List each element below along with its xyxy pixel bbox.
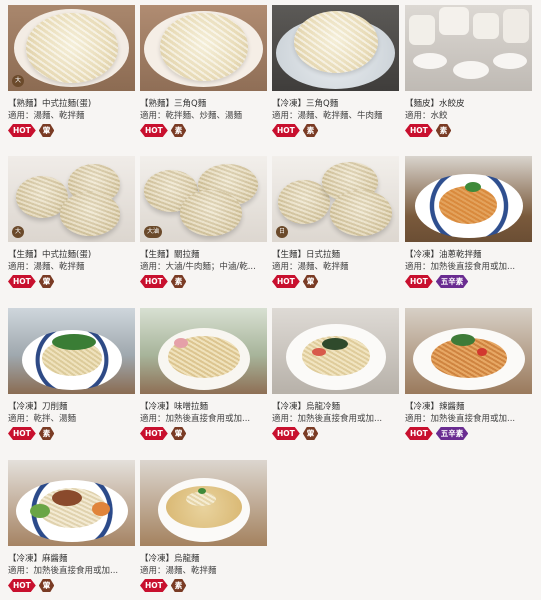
- hot-badge: HOT: [140, 124, 168, 137]
- product-title[interactable]: 【冷凍】三角Q麵: [272, 98, 399, 110]
- diet-badge: 素: [436, 124, 452, 137]
- diet-badge: 素: [171, 124, 187, 137]
- product-title[interactable]: 【冷凍】味噌拉麵: [140, 401, 267, 413]
- product-card[interactable]: 日 【生麵】日式拉麵 適用：湯麵、乾拌麵 HOT 葷: [272, 156, 399, 289]
- product-usage: 適用：乾拌麵、炒麵、湯麵: [140, 111, 243, 121]
- product-usage: 適用：水餃: [405, 111, 448, 121]
- product-image[interactable]: [140, 308, 267, 394]
- product-card[interactable]: 【冷凍】烏龍冷麵 適用：加熱後直接食用或加... HOT 葷: [272, 308, 399, 441]
- diet-badge: 葷: [39, 579, 55, 592]
- product-image[interactable]: 大: [8, 156, 135, 242]
- hot-badge: HOT: [272, 275, 300, 288]
- product-card[interactable]: 【麵皮】水餃皮 適用：水餃 HOT 素: [405, 5, 532, 138]
- product-title[interactable]: 【冷凍】烏龍麵: [140, 553, 267, 565]
- product-image[interactable]: 大滷: [140, 156, 267, 242]
- product-image[interactable]: [405, 156, 532, 242]
- product-usage: 適用：加熱後直接食用或加...: [8, 566, 119, 576]
- product-image[interactable]: [140, 460, 267, 546]
- product-title[interactable]: 【冷凍】麻醬麵: [8, 553, 135, 565]
- product-card[interactable]: 【冷凍】辣醬麵 適用：加熱後直接食用或加... HOT 五辛素: [405, 308, 532, 441]
- product-title[interactable]: 【麵皮】水餃皮: [405, 98, 532, 110]
- diet-badge: 素: [303, 124, 319, 137]
- hot-badge: HOT: [140, 275, 168, 288]
- hot-badge: HOT: [8, 427, 36, 440]
- product-usage: 適用：加熱後直接食用或加...: [405, 414, 516, 424]
- hot-badge: HOT: [405, 124, 433, 137]
- hot-badge: HOT: [405, 275, 433, 288]
- diet-badge: 素: [171, 275, 187, 288]
- product-usage: 適用：大滷/牛肉麵；中滷/乾...: [140, 262, 256, 272]
- hot-badge: HOT: [8, 275, 36, 288]
- product-usage: 適用：湯麵、乾拌麵: [8, 111, 85, 121]
- product-title[interactable]: 【冷凍】油蔥乾拌麵: [405, 249, 532, 261]
- product-title[interactable]: 【冷凍】烏龍冷麵: [272, 401, 399, 413]
- diet-badge: 五辛素: [436, 427, 469, 440]
- product-card[interactable]: 【冷凍】麻醬麵 適用：加熱後直接食用或加... HOT 葷: [8, 460, 135, 593]
- hot-badge: HOT: [272, 124, 300, 137]
- product-card[interactable]: 【冷凍】烏龍麵 適用：湯麵、乾拌麵 HOT 素: [140, 460, 267, 593]
- product-card[interactable]: 【冷凍】味噌拉麵 適用：加熱後直接食用或加... HOT 葷: [140, 308, 267, 441]
- product-title[interactable]: 【冷凍】辣醬麵: [405, 401, 532, 413]
- product-title[interactable]: 【熟麵】中式拉麵(蛋): [8, 98, 135, 110]
- product-card[interactable]: 【冷凍】油蔥乾拌麵 適用：加熱後直接食用或加... HOT 五辛素: [405, 156, 532, 289]
- hot-badge: HOT: [8, 124, 36, 137]
- product-card[interactable]: 大 【生麵】中式拉麵(蛋) 適用：湯麵、乾拌麵 HOT 葷: [8, 156, 135, 289]
- diet-badge: 葷: [39, 124, 55, 137]
- thumb-badge: 大: [12, 75, 24, 87]
- thumb-badge: 大滷: [144, 226, 162, 238]
- hot-badge: HOT: [8, 579, 36, 592]
- product-usage: 適用：湯麵、乾拌麵: [272, 262, 349, 272]
- product-image[interactable]: [140, 5, 267, 91]
- product-image[interactable]: 日: [272, 156, 399, 242]
- diet-badge: 葷: [303, 275, 319, 288]
- diet-badge: 五辛素: [436, 275, 469, 288]
- product-usage: 適用：加熱後直接食用或加...: [405, 262, 516, 272]
- product-title[interactable]: 【生麵】中式拉麵(蛋): [8, 249, 135, 261]
- product-usage: 適用：加熱後直接食用或加...: [140, 414, 251, 424]
- diet-badge: 葷: [39, 275, 55, 288]
- product-usage: 適用：加熱後直接食用或加...: [272, 414, 383, 424]
- hot-badge: HOT: [272, 427, 300, 440]
- thumb-badge: 大: [12, 226, 24, 238]
- diet-badge: 葷: [303, 427, 319, 440]
- hot-badge: HOT: [140, 427, 168, 440]
- product-usage: 適用：湯麵、乾拌麵、牛肉麵: [272, 111, 383, 121]
- hot-badge: HOT: [140, 579, 168, 592]
- product-image[interactable]: [8, 460, 135, 546]
- product-card[interactable]: 【熟麵】三角Q麵 適用：乾拌麵、炒麵、湯麵 HOT 素: [140, 5, 267, 138]
- hot-badge: HOT: [405, 427, 433, 440]
- product-image[interactable]: [405, 308, 532, 394]
- product-title[interactable]: 【冷凍】刀削麵: [8, 401, 135, 413]
- product-usage: 適用：湯麵、乾拌麵: [8, 262, 85, 272]
- thumb-badge: 日: [276, 226, 288, 238]
- product-card[interactable]: 【冷凍】刀削麵 適用：乾拌、湯麵 HOT 素: [8, 308, 135, 441]
- product-card[interactable]: 【冷凍】三角Q麵 適用：湯麵、乾拌麵、牛肉麵 HOT 素: [272, 5, 399, 138]
- product-image[interactable]: 大: [8, 5, 135, 91]
- product-card[interactable]: 大 【熟麵】中式拉麵(蛋) 適用：湯麵、乾拌麵 HOT 葷: [8, 5, 135, 138]
- product-title[interactable]: 【生麵】日式拉麵: [272, 249, 399, 261]
- diet-badge: 素: [171, 579, 187, 592]
- product-usage: 適用：乾拌、湯麵: [8, 414, 77, 424]
- product-grid: 大 【熟麵】中式拉麵(蛋) 適用：湯麵、乾拌麵 HOT 葷 【熟麵】三角Q麵 適…: [0, 0, 541, 600]
- product-image[interactable]: [272, 5, 399, 91]
- product-image[interactable]: [8, 308, 135, 394]
- diet-badge: 葷: [171, 427, 187, 440]
- product-image[interactable]: [405, 5, 532, 91]
- product-title[interactable]: 【生麵】關拉麵: [140, 249, 267, 261]
- product-usage: 適用：湯麵、乾拌麵: [140, 566, 217, 576]
- product-image[interactable]: [272, 308, 399, 394]
- diet-badge: 素: [39, 427, 55, 440]
- product-title[interactable]: 【熟麵】三角Q麵: [140, 98, 267, 110]
- product-card[interactable]: 大滷 【生麵】關拉麵 適用：大滷/牛肉麵；中滷/乾... HOT 素: [140, 156, 267, 289]
